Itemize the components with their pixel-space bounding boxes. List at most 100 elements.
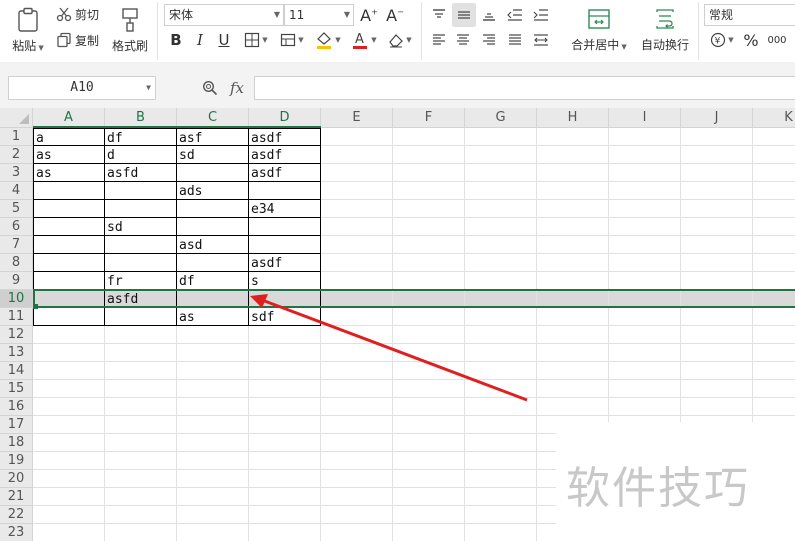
cell-k14[interactable] xyxy=(753,362,795,380)
increase-font-size-button[interactable]: A+ xyxy=(358,4,380,26)
cell-d16[interactable] xyxy=(249,398,321,416)
cell-h14[interactable] xyxy=(537,362,609,380)
cell-d22[interactable] xyxy=(249,506,321,524)
cell-a21[interactable] xyxy=(33,488,105,506)
row-header-15[interactable]: 15 xyxy=(0,380,33,398)
cell-f14[interactable] xyxy=(393,362,465,380)
cell-g4[interactable] xyxy=(465,182,537,200)
cell-g17[interactable] xyxy=(465,416,537,434)
cell-d6[interactable] xyxy=(249,218,321,236)
align-left-button[interactable] xyxy=(428,30,450,50)
cell-j4[interactable] xyxy=(681,182,753,200)
cell-a8[interactable] xyxy=(33,254,105,272)
cell-c16[interactable] xyxy=(177,398,249,416)
cell-e21[interactable] xyxy=(321,488,393,506)
cell-j6[interactable] xyxy=(681,218,753,236)
cell-b16[interactable] xyxy=(105,398,177,416)
cell-k7[interactable] xyxy=(753,236,795,254)
cell-c3[interactable] xyxy=(177,164,249,182)
cell-c19[interactable] xyxy=(177,452,249,470)
cell-j16[interactable] xyxy=(681,398,753,416)
column-header-f[interactable]: F xyxy=(393,108,465,128)
cell-g14[interactable] xyxy=(465,362,537,380)
cell-d14[interactable] xyxy=(249,362,321,380)
cell-f3[interactable] xyxy=(393,164,465,182)
column-header-i[interactable]: I xyxy=(609,108,681,128)
cell-e15[interactable] xyxy=(321,380,393,398)
cell-f17[interactable] xyxy=(393,416,465,434)
fill-color-button[interactable]: ▼ xyxy=(312,30,344,50)
row-header-18[interactable]: 18 xyxy=(0,434,33,452)
cell-d2[interactable]: asdf xyxy=(249,146,321,164)
cell-c11[interactable]: as xyxy=(177,308,249,326)
cell-i12[interactable] xyxy=(609,326,681,344)
column-header-d[interactable]: D xyxy=(249,108,321,128)
cell-b9[interactable]: fr xyxy=(105,272,177,290)
cell-f9[interactable] xyxy=(393,272,465,290)
cell-b14[interactable] xyxy=(105,362,177,380)
cell-d5[interactable]: e34 xyxy=(249,200,321,218)
row-header-12[interactable]: 12 xyxy=(0,326,33,344)
cell-k11[interactable] xyxy=(753,308,795,326)
thousands-separator-button[interactable]: 000 xyxy=(766,30,788,50)
cell-i13[interactable] xyxy=(609,344,681,362)
decrease-font-size-button[interactable]: A− xyxy=(384,4,406,26)
cell-f7[interactable] xyxy=(393,236,465,254)
cell-b23[interactable] xyxy=(105,524,177,541)
cell-c8[interactable] xyxy=(177,254,249,272)
cell-e8[interactable] xyxy=(321,254,393,272)
clear-button[interactable]: ▼ xyxy=(384,30,416,50)
column-header-j[interactable]: J xyxy=(681,108,753,128)
cell-f12[interactable] xyxy=(393,326,465,344)
cell-i16[interactable] xyxy=(609,398,681,416)
row-header-8[interactable]: 8 xyxy=(0,254,33,272)
cell-d23[interactable] xyxy=(249,524,321,541)
cell-f19[interactable] xyxy=(393,452,465,470)
row-header-13[interactable]: 13 xyxy=(0,344,33,362)
cell-i2[interactable] xyxy=(609,146,681,164)
cell-e22[interactable] xyxy=(321,506,393,524)
cell-k3[interactable] xyxy=(753,164,795,182)
cell-h12[interactable] xyxy=(537,326,609,344)
cell-h2[interactable] xyxy=(537,146,609,164)
cell-i8[interactable] xyxy=(609,254,681,272)
cell-j5[interactable] xyxy=(681,200,753,218)
cell-a7[interactable] xyxy=(33,236,105,254)
cell-a4[interactable] xyxy=(33,182,105,200)
cell-g15[interactable] xyxy=(465,380,537,398)
cell-f13[interactable] xyxy=(393,344,465,362)
underline-button[interactable]: U xyxy=(214,30,234,50)
cell-g11[interactable] xyxy=(465,308,537,326)
cell-g12[interactable] xyxy=(465,326,537,344)
cell-b13[interactable] xyxy=(105,344,177,362)
cell-g9[interactable] xyxy=(465,272,537,290)
cell-c17[interactable] xyxy=(177,416,249,434)
cell-k5[interactable] xyxy=(753,200,795,218)
cell-k4[interactable] xyxy=(753,182,795,200)
formula-input[interactable] xyxy=(254,76,795,100)
cell-b15[interactable] xyxy=(105,380,177,398)
align-middle-button[interactable] xyxy=(452,3,476,27)
cell-c23[interactable] xyxy=(177,524,249,541)
merge-center-button[interactable]: 合并居中 ▼ xyxy=(566,2,632,58)
cell-h7[interactable] xyxy=(537,236,609,254)
cell-a13[interactable] xyxy=(33,344,105,362)
cell-d20[interactable] xyxy=(249,470,321,488)
cell-k2[interactable] xyxy=(753,146,795,164)
cell-f4[interactable] xyxy=(393,182,465,200)
align-top-button[interactable] xyxy=(428,4,450,26)
select-all-button[interactable] xyxy=(0,108,33,128)
cell-j9[interactable] xyxy=(681,272,753,290)
cell-c18[interactable] xyxy=(177,434,249,452)
cell-b17[interactable] xyxy=(105,416,177,434)
cell-c15[interactable] xyxy=(177,380,249,398)
cell-j12[interactable] xyxy=(681,326,753,344)
font-size-select[interactable]: 11 ▼ xyxy=(284,4,354,26)
cell-e5[interactable] xyxy=(321,200,393,218)
cell-h5[interactable] xyxy=(537,200,609,218)
cell-f18[interactable] xyxy=(393,434,465,452)
cell-c14[interactable] xyxy=(177,362,249,380)
cell-e13[interactable] xyxy=(321,344,393,362)
row-header-16[interactable]: 16 xyxy=(0,398,33,416)
cell-j1[interactable] xyxy=(681,128,753,146)
